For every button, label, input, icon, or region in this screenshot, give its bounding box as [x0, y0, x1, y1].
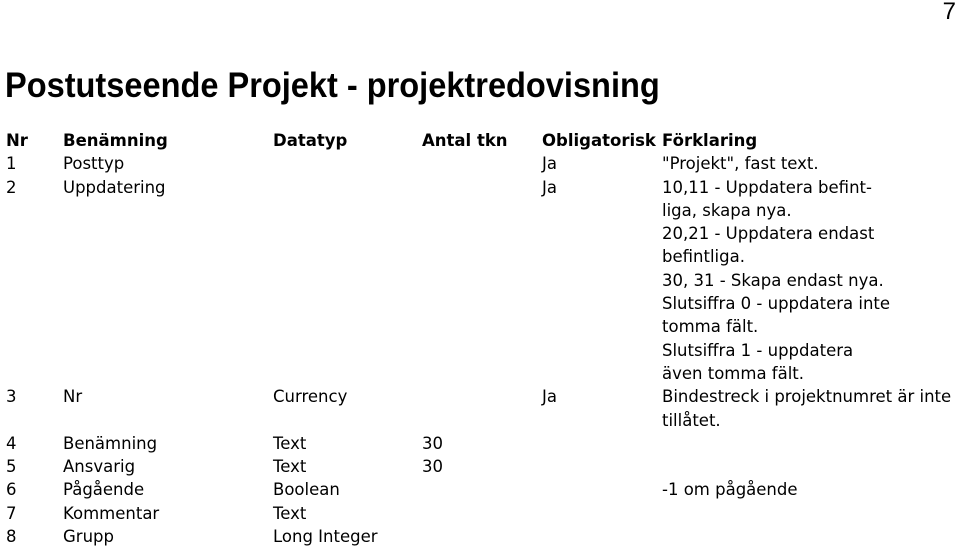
forklaring-line: -1 om pågående — [662, 480, 798, 500]
cell-antal-tkn: 30 — [422, 457, 443, 477]
cell-benamning: Ansvarig — [63, 457, 136, 477]
page-number: 7 — [942, 0, 956, 25]
table-row: 5 Ansvarig Text 30 — [0, 455, 960, 478]
cell-datatyp: Boolean — [273, 480, 340, 500]
cell-datatyp: Text — [273, 503, 307, 523]
forklaring-line: "Projekt", fast text. — [662, 154, 819, 174]
table-row: 4 Benämning Text 30 — [0, 432, 960, 455]
cell-forklaring: 10,11 - Uppdatera befint-liga, skapa nya… — [662, 176, 890, 386]
cell-forklaring: "Projekt", fast text. — [662, 152, 819, 175]
forklaring-line: 20,21 - Uppdatera endast — [662, 224, 875, 244]
cell-nr: 6 — [6, 480, 17, 500]
cell-obligatorisk: Ja — [542, 177, 557, 197]
cell-nr: 3 — [6, 387, 17, 407]
cell-datatyp: Text — [273, 457, 307, 477]
forklaring-line: 10,11 - Uppdatera befint- — [662, 177, 872, 197]
cell-datatyp: Currency — [273, 387, 348, 407]
table-header-row: Nr Benämning Datatyp Antal tkn Obligator… — [0, 129, 960, 152]
table-row: 1 Posttyp Ja "Projekt", fast text. — [0, 152, 960, 175]
header-nr: Nr — [6, 131, 28, 150]
forklaring-line: Slutsiffra 1 - uppdatera — [662, 340, 854, 360]
forklaring-line: även tomma fält. — [662, 363, 805, 383]
cell-benamning: Uppdatering — [63, 177, 166, 197]
page-title: Postutseende Projekt - projektredovisnin… — [5, 66, 660, 105]
table-row: 7 Kommentar Text — [0, 502, 960, 525]
table-row: 3 Nr Currency Ja Bindestreck i projektnumret… — [0, 385, 960, 432]
cell-nr: 2 — [6, 177, 17, 197]
table-body: 1 Posttyp Ja "Projekt", fast text. 2 Uppdater… — [0, 152, 960, 548]
header-datatyp: Datatyp — [273, 131, 348, 150]
forklaring-line: befintliga. — [662, 247, 745, 267]
header-obligatorisk: Obligatorisk — [542, 131, 656, 150]
cell-benamning: Posttyp — [63, 154, 125, 174]
forklaring-line: liga, skapa nya. — [662, 200, 792, 220]
table-row: 8 Grupp Long Integer — [0, 525, 960, 548]
cell-benamning: Kommentar — [63, 503, 160, 523]
forklaring-line: tomma fält. — [662, 317, 759, 337]
cell-benamning: Benämning — [63, 433, 158, 453]
field-table: Nr Benämning Datatyp Antal tkn Obligator… — [0, 129, 960, 548]
cell-obligatorisk: Ja — [542, 154, 557, 174]
cell-datatyp: Text — [273, 433, 307, 453]
header-benamning: Benämning — [63, 131, 168, 150]
cell-nr: 4 — [6, 433, 17, 453]
forklaring-line: Slutsiffra 0 - uppdatera inte — [662, 294, 891, 314]
cell-benamning: Nr — [63, 387, 83, 407]
cell-benamning: Pågående — [63, 480, 145, 500]
cell-forklaring: -1 om pågående — [662, 478, 798, 501]
cell-nr: 7 — [6, 503, 17, 523]
cell-nr: 8 — [6, 527, 17, 547]
cell-datatyp: Long Integer — [273, 527, 378, 547]
cell-obligatorisk: Ja — [542, 387, 557, 407]
forklaring-line: Bindestreck i projektnumret är inte — [662, 387, 952, 407]
cell-antal-tkn: 30 — [422, 433, 443, 453]
header-forklaring: Förklaring — [662, 131, 758, 150]
cell-forklaring: Bindestreck i projektnumret är inte tillå… — [662, 385, 951, 432]
header-antal-tkn: Antal tkn — [422, 131, 508, 150]
cell-benamning: Grupp — [63, 527, 114, 547]
forklaring-line: tillåtet. — [662, 410, 721, 430]
cell-nr: 5 — [6, 457, 17, 477]
table-row: 2 Uppdatering Ja 10,11 - Uppdatera befint-l… — [0, 176, 960, 386]
cell-nr: 1 — [6, 154, 17, 174]
table-row: 6 Pågående Boolean -1 om pågående — [0, 478, 960, 501]
forklaring-line: 30, 31 - Skapa endast nya. — [662, 270, 884, 290]
